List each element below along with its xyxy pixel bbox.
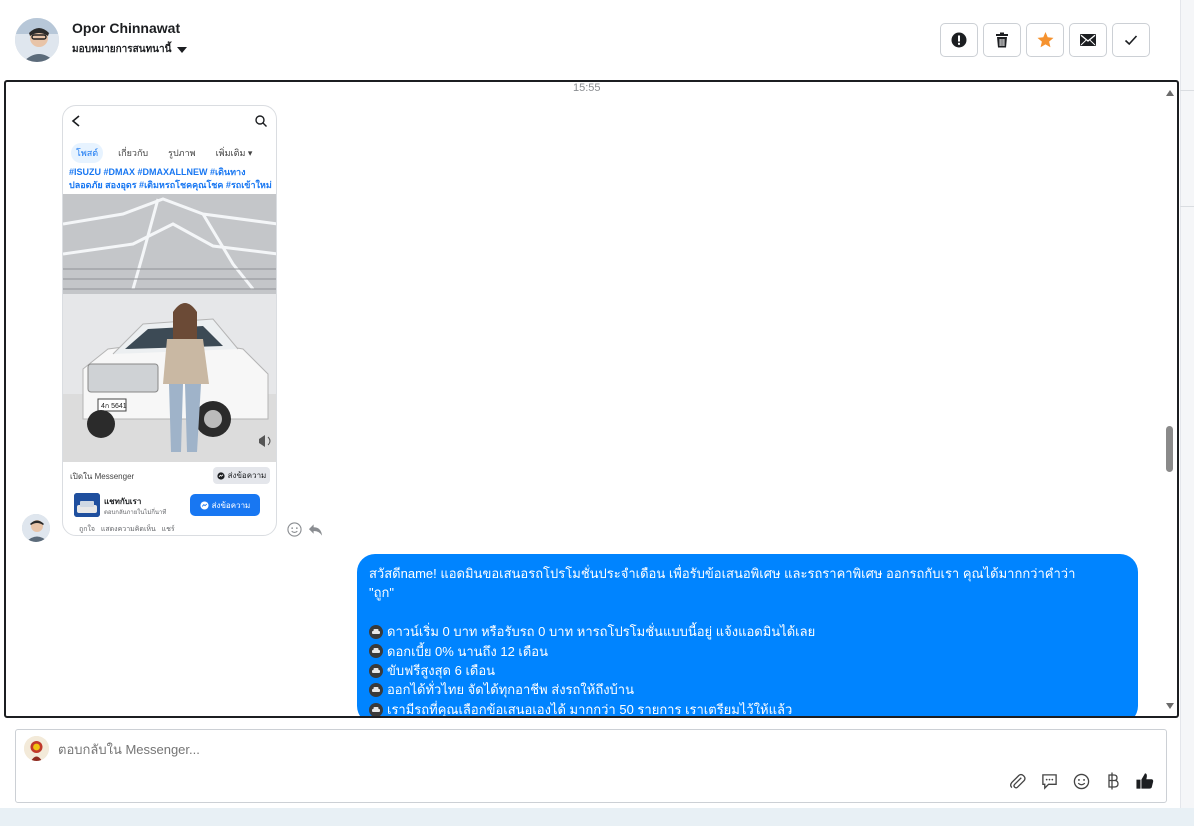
saved-replies-icon [1041,773,1057,790]
check-icon [1124,35,1138,46]
search-icon [255,115,267,127]
payment-button[interactable] [1104,772,1122,790]
phone-topbar [63,106,276,136]
message-bullet: ขับฟรีสูงสุด 6 เดือน [369,661,1126,680]
message-bullet-text: ขับฟรีสูงสุด 6 เดือน [387,663,496,679]
open-in-messenger-label: เปิดใน Messenger [70,472,135,481]
phone-tabs: โพสต์ เกี่ยวกับ รูปภาพ เพิ่มเติม ▾ [71,143,257,163]
send-message-chip: ส่งข้อความ [213,467,270,484]
post-caption: #ISUZU #DMAX #DMAXALLNEW #เดินทางปลอดภัย… [69,167,272,190]
messenger-icon [217,471,225,480]
bottom-band [0,808,1194,826]
composer-toolbar [1008,772,1154,790]
mark-unread-button[interactable] [1069,23,1107,57]
thread-scrollbar[interactable] [1163,82,1177,716]
report-button[interactable] [940,23,978,57]
message-bullet-text: ออกได้ทั่วไทย จัดได้ทุกอาชีพ ส่งรถให้ถึง… [387,682,634,698]
attachment-button[interactable] [1008,772,1026,790]
message-timestamp: 15:55 [573,82,601,94]
right-gutter [1180,0,1194,826]
car-showroom-photo: 4ก 5641 [63,194,276,462]
phone-tab-more-label: เพิ่มเติม [215,148,246,158]
alert-circle-icon [951,32,967,48]
assign-conversation-dropdown[interactable]: มอบหมายการสนทนานี้ [72,42,188,57]
thumbs-up-icon [1136,773,1154,789]
message-thread[interactable]: 15:55 โพสต์ เกี่ยวกับ รูปภาพ เพิ่มเติม ▾… [4,80,1179,718]
reply-composer [15,729,1167,803]
page-avatar [24,736,49,761]
message-bullet: ออกได้ทั่วไทย จัดได้ทุกอาชีพ ส่งรถให้ถึง… [369,680,1126,699]
messenger-inbox: Opor Chinnawat มอบหมายการสนทนานี้ 15:55 … [0,0,1194,826]
trash-icon [996,32,1008,48]
envelope-icon [1080,34,1096,46]
star-button[interactable] [1026,23,1064,57]
reply-input[interactable] [58,742,958,757]
emoji-icon [1073,773,1089,789]
conversation-header: Opor Chinnawat มอบหมายการสนทนานี้ [0,0,1180,80]
like-button[interactable] [1136,772,1154,790]
header-actions [940,23,1150,57]
scroll-thumb[interactable] [1166,426,1173,472]
message-actions [287,522,323,537]
done-button[interactable] [1112,23,1150,57]
emoji-button[interactable] [1072,772,1090,790]
message-line: สวัสดีname! แอดมินขอเสนอรถโปรโมชั่นประจำ… [369,566,1076,581]
send-message-chip-label: ส่งข้อความ [227,471,267,480]
message-bullet-text: ดอกเบี้ย 0% นานถึง 12 เดือน [387,643,549,659]
car-emoji-icon [369,644,383,659]
phone-tab-posts: โพสต์ [71,143,104,163]
car-emoji-icon [369,624,383,639]
message-bullet-text: เรามีรถที่คุณเลือกข้อเสนอเองได้ มากกว่า … [387,701,793,717]
message-line: "ถูก" [369,585,394,601]
shared-post-screenshot[interactable]: โพสต์ เกี่ยวกับ รูปภาพ เพิ่มเติม ▾ #ISUZ… [62,105,277,536]
post-action-labels: ถูกใจ แสดงความคิดเห็น แชร์ [79,526,175,533]
back-arrow-icon [71,115,80,127]
sender-avatar[interactable] [22,514,50,542]
contact-avatar[interactable] [15,18,59,62]
gutter-divider [1180,90,1194,91]
star-icon [1037,32,1053,48]
message-bullet-text: ดาวน์เริ่ม 0 บาท หรือรับรถ 0 บาท หารถโปร… [387,624,816,640]
attachment-icon [1009,773,1026,789]
saved-replies-button[interactable] [1040,772,1058,790]
phone-tab-more: เพิ่มเติม ▾ [215,148,253,158]
message-bullet: ดาวน์เริ่ม 0 บาท หรือรับรถ 0 บาท หารถโปร… [369,622,1126,641]
card-send-message-label: ส่งข้อความ [211,500,251,510]
chevron-down-icon [177,46,188,53]
baht-icon [1108,772,1119,790]
messenger-icon [200,500,209,510]
scroll-up-arrow-icon[interactable] [1166,90,1174,96]
car-emoji-icon [369,663,383,678]
assign-label: มอบหมายการสนทนานี้ [72,44,172,55]
emoji-reaction-icon[interactable] [287,522,302,537]
car-emoji-icon [369,702,383,716]
page-thumbnail [74,493,100,517]
card-subtitle: ตอบกลับภายในไม่กี่นาที [104,510,167,516]
scroll-down-arrow-icon[interactable] [1166,703,1174,709]
open-in-messenger-row: เปิดใน Messenger ส่งข้อความ [63,464,276,486]
contact-name: Opor Chinnawat [72,20,181,36]
outgoing-message-bubble[interactable]: สวัสดีname! แอดมินขอเสนอรถโปรโมชั่นประจำ… [357,554,1138,717]
phone-tab-photos: รูปภาพ [168,148,196,158]
reply-icon[interactable] [308,523,323,537]
car-emoji-icon [369,683,383,698]
chat-with-us-card: แชทกับเรา ตอบกลับภายในไม่กี่นาที ส่งข้อค… [70,491,273,523]
gutter-divider [1180,206,1194,207]
post-action-strip: ถูกใจ แสดงความคิดเห็น แชร์ [63,524,276,535]
phone-tab-about: เกี่ยวกับ [118,148,149,158]
card-send-message-button: ส่งข้อความ [190,494,260,516]
delete-button[interactable] [983,23,1021,57]
message-bullet: ดอกเบี้ย 0% นานถึง 12 เดือน [369,642,1126,661]
message-bullet: เรามีรถที่คุณเลือกข้อเสนอเองได้ มากกว่า … [369,700,1126,717]
license-plate-text: 4ก 5641 [101,403,127,410]
